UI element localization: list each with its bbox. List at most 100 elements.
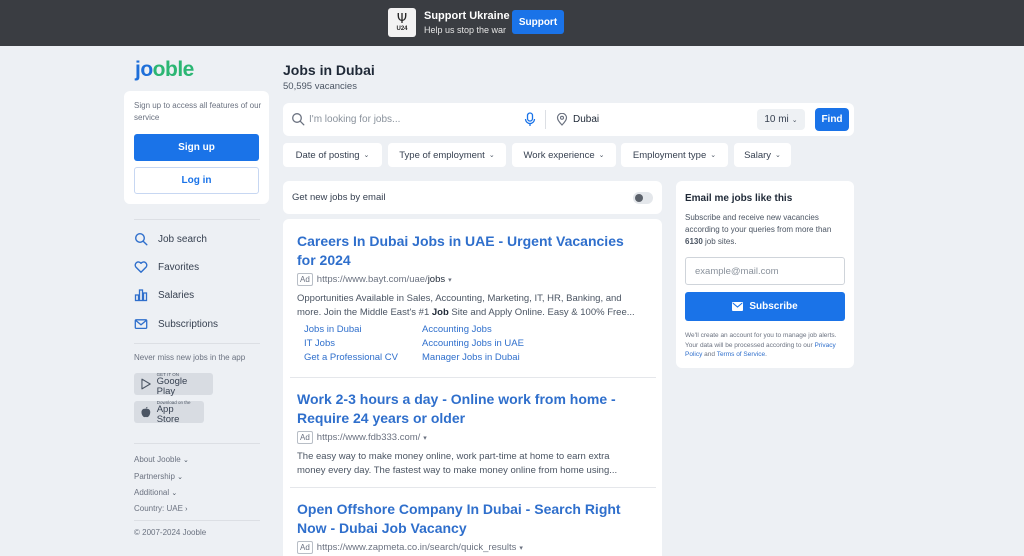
result-divider xyxy=(290,487,656,488)
email-card-note: We'll create an account for you to manag… xyxy=(685,331,847,360)
sitelink-it-jobs[interactable]: IT Jobs xyxy=(304,338,335,349)
support-button[interactable]: Support xyxy=(512,10,564,34)
sitelink-jobs-in-dubai[interactable]: Jobs in Dubai xyxy=(304,324,362,335)
page-title: Jobs in Dubai xyxy=(283,62,375,78)
sitelink-professional-cv[interactable]: Get a Professional CV xyxy=(304,352,398,363)
sidebar-item-salaries[interactable]: Salaries xyxy=(134,286,194,304)
app-store-label: App Store xyxy=(156,403,180,425)
filter-type-of-employment[interactable]: Type of employment ⌄ xyxy=(388,143,506,167)
sidebar-item-favorites[interactable]: Favorites xyxy=(134,258,199,276)
results-list: Careers In Dubai Jobs in UAE - Urgent Va… xyxy=(283,219,662,556)
search-icon xyxy=(134,232,148,246)
ad-row: Ad https://www.bayt.com/uae/jobs ▾ xyxy=(297,273,647,286)
filter-date-of-posting[interactable]: Date of posting ⌄ xyxy=(283,143,382,167)
sidebar-item-label: Job search xyxy=(158,233,207,245)
job-search-input[interactable] xyxy=(309,109,524,130)
banner-title: Support Ukraine xyxy=(424,10,510,22)
sidebar-divider xyxy=(134,219,260,220)
job-title-line: for 2024 xyxy=(297,252,351,268)
chevron-down-icon: ⌄ xyxy=(363,152,370,159)
caret-down-icon[interactable]: ▾ xyxy=(519,544,523,552)
job-url: https://www.bayt.com/uae/ xyxy=(316,274,428,285)
job-description: Opportunities Available in Sales, Accoun… xyxy=(297,292,647,320)
logo-part-1: jo xyxy=(135,58,153,81)
desc-bold: 6130 xyxy=(685,237,703,246)
country-link[interactable]: Country: UAE › xyxy=(134,504,187,513)
filter-label: Employment type xyxy=(632,149,707,161)
microphone-icon[interactable] xyxy=(523,112,537,127)
banner-subtitle: Help us stop the war xyxy=(424,25,507,35)
location-pin-icon xyxy=(556,113,568,126)
job-description: The easy way to make money online, work … xyxy=(297,450,647,478)
job-card: Open Offshore Company In Dubai - Search … xyxy=(297,500,647,554)
signup-button[interactable]: Sign up xyxy=(134,134,259,161)
filter-work-experience[interactable]: Work experience ⌄ xyxy=(512,143,616,167)
email-jobs-card: Email me jobs like this Subscribe and re… xyxy=(676,181,854,368)
location-input[interactable]: Dubai xyxy=(573,114,599,125)
terms-of-service-link[interactable]: Terms of Service xyxy=(717,351,765,358)
sitelink-accounting-jobs-uae[interactable]: Accounting Jobs in UAE xyxy=(422,338,524,349)
about-label: About Jooble xyxy=(134,455,181,464)
subscribe-button[interactable]: Subscribe xyxy=(685,292,845,321)
job-title-line: Work 2-3 hours a day - Online work from … xyxy=(297,391,616,407)
search-icon xyxy=(292,113,305,126)
jooble-logo[interactable]: jooble xyxy=(135,58,194,82)
sidebar-item-label: Favorites xyxy=(158,261,200,273)
heart-icon xyxy=(134,261,148,273)
filter-label: Type of employment xyxy=(399,149,485,161)
logo-part-2: oble xyxy=(152,58,195,81)
sidebar-divider xyxy=(134,443,260,444)
distance-select[interactable]: 10 mi ⌄ xyxy=(757,109,805,130)
email-alert-toggle[interactable] xyxy=(633,192,653,204)
find-button[interactable]: Find xyxy=(815,108,849,131)
ad-row: Ad https://www.zapmeta.co.in/search/quick… xyxy=(297,541,647,554)
ad-sitelinks: Jobs in Dubai Accounting Jobs IT Jobs Ac… xyxy=(297,324,647,368)
google-play-button[interactable]: GET IT ON Google Play xyxy=(134,372,213,396)
login-button[interactable]: Log in xyxy=(134,167,259,194)
ad-tag: Ad xyxy=(297,273,313,286)
job-title[interactable]: Careers In Dubai Jobs in UAE - Urgent Va… xyxy=(297,232,647,270)
result-divider xyxy=(290,377,656,378)
additional-link[interactable]: Additional ⌄ xyxy=(134,488,177,497)
desc-line: money every day. The fastest way to make… xyxy=(297,465,618,476)
chevron-down-icon: ⌄ xyxy=(791,116,798,124)
job-title-line: Require 24 years or older xyxy=(297,410,466,426)
never-miss-text: Never miss new jobs in the app xyxy=(134,353,246,362)
support-ukraine-banner: Ψ U24 Support Ukraine Help us stop the w… xyxy=(0,0,1024,46)
sitelink-accounting-jobs[interactable]: Accounting Jobs xyxy=(422,324,492,335)
chevron-down-icon: ⌄ xyxy=(710,152,717,159)
email-alert-label: Get new jobs by email xyxy=(292,192,386,203)
note-text: and xyxy=(702,351,717,358)
caret-down-icon[interactable]: ▾ xyxy=(448,276,452,284)
desc-line: The easy way to make money online, work … xyxy=(297,451,610,462)
sidebar-divider xyxy=(134,520,260,521)
chevron-down-icon: ⌄ xyxy=(177,474,184,481)
google-play-icon xyxy=(141,378,151,390)
desc-line: more. Join the Middle East's #1 xyxy=(297,307,432,318)
filter-label: Work experience xyxy=(523,149,595,161)
sitelink-manager-jobs[interactable]: Manager Jobs in Dubai xyxy=(422,352,520,363)
desc-text: job sites. xyxy=(702,237,737,246)
chevron-down-icon: ⌄ xyxy=(598,152,605,159)
sidebar-item-job-search[interactable]: Job search xyxy=(134,230,207,248)
ad-tag: Ad xyxy=(297,541,313,554)
filter-employment-type[interactable]: Employment type ⌄ xyxy=(621,143,728,167)
sidebar-item-subscriptions[interactable]: Subscriptions xyxy=(134,315,218,333)
ad-tag: Ad xyxy=(297,431,313,444)
app-store-button[interactable]: Download on the App Store xyxy=(134,400,204,425)
filter-label: Salary xyxy=(744,149,772,161)
filter-salary[interactable]: Salary ⌄ xyxy=(734,143,791,167)
job-title[interactable]: Open Offshore Company In Dubai - Search … xyxy=(297,500,647,538)
email-card-title: Email me jobs like this xyxy=(685,193,793,204)
sidebar-item-label: Subscriptions xyxy=(158,318,219,330)
apple-icon xyxy=(141,406,151,418)
email-input[interactable] xyxy=(685,257,845,285)
email-card-description: Subscribe and receive new vacancies acco… xyxy=(685,212,845,248)
caret-down-icon[interactable]: ▾ xyxy=(423,434,427,442)
partnership-link[interactable]: Partnership ⌄ xyxy=(134,472,183,481)
about-jooble-link[interactable]: About Jooble ⌄ xyxy=(134,455,189,464)
chevron-right-icon: › xyxy=(185,506,188,513)
job-title[interactable]: Work 2-3 hours a day - Online work from … xyxy=(297,390,647,428)
chevron-down-icon: ⌄ xyxy=(171,490,178,497)
job-card: Careers In Dubai Jobs in UAE - Urgent Va… xyxy=(297,232,647,368)
